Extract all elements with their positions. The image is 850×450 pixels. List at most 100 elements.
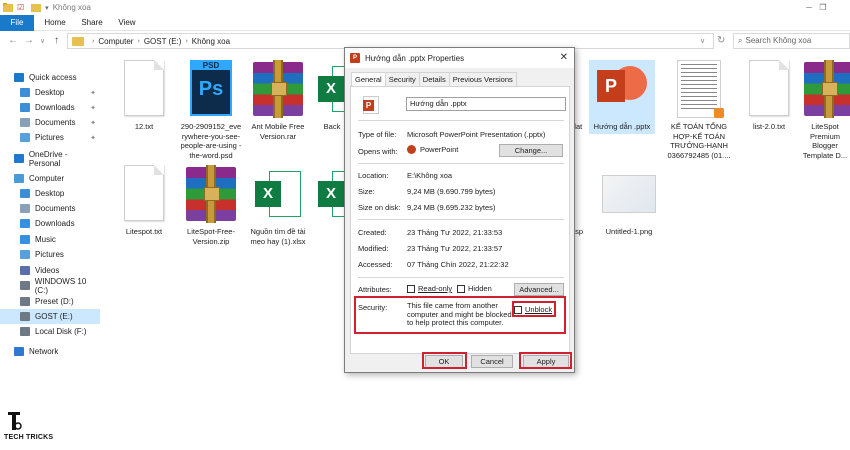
ribbon-tabs: File Home Share View [0, 15, 850, 31]
size-on-disk-value: 9,24 MB (9.695.232 bytes) [407, 203, 496, 212]
file-label: LiteSpot Premium Blogger Template D... [802, 122, 848, 160]
tab-file[interactable]: File [0, 15, 34, 31]
advanced-button[interactable]: Advanced... [514, 283, 564, 296]
sidebar-item-label: Computer [29, 174, 65, 183]
sidebar-item[interactable]: Desktop ✦ [0, 85, 100, 100]
tab-previous-versions[interactable]: Previous Versions [448, 72, 517, 86]
sidebar-item-label: Downloads [35, 219, 75, 228]
quick-access-toolbar-icon[interactable]: ☑ [17, 3, 24, 12]
sidebar-item[interactable]: Pictures ✦ [0, 130, 100, 145]
pin-icon[interactable]: ✦ [90, 104, 96, 112]
ok-highlight [422, 352, 467, 369]
refresh-icon[interactable]: ↻ [717, 35, 725, 46]
divider [358, 120, 564, 121]
file-label: 290-2909152_eve rywhere-you-see- people-… [180, 122, 242, 160]
pictures-icon [20, 250, 30, 259]
maximize-icon[interactable]: ❐ [810, 0, 836, 15]
powerpoint-file-icon: P [593, 60, 651, 118]
breadcrumb-computer[interactable]: Computer [98, 37, 133, 46]
sidebar-item[interactable]: Music [0, 232, 100, 247]
file-item[interactable]: LiteSpot Premium Blogger Template D... [800, 60, 850, 160]
sidebar-item[interactable]: Computer [0, 171, 100, 186]
sidebar-item[interactable]: Local Disk (F:) [0, 324, 100, 339]
sidebar-item[interactable]: Documents [0, 201, 100, 216]
file-item[interactable]: list-2.0.txt [736, 60, 802, 132]
location-label: Location: [358, 171, 389, 180]
pictures-icon [20, 133, 30, 142]
file-label: Nguồn tìm đề tài mẹo hay (1).xlsx [250, 227, 306, 246]
file-item[interactable]: Untitled-1.png [596, 165, 662, 237]
close-icon[interactable]: ✕ [560, 52, 568, 63]
file-item[interactable]: Ant Mobile Free Version.rar [245, 60, 311, 141]
pin-icon[interactable]: ✦ [90, 89, 96, 97]
address-dropdown-icon[interactable]: ∨ [700, 37, 705, 45]
tab-security[interactable]: Security [384, 72, 420, 86]
hidden-checkbox[interactable]: Hidden [457, 284, 492, 294]
text-file-icon [740, 60, 798, 118]
sidebar-item-label: Quick access [29, 73, 77, 82]
change-button[interactable]: Change... [499, 144, 563, 157]
star-icon [14, 73, 24, 82]
sidebar-item-label: Desktop [35, 189, 65, 198]
divider [358, 219, 564, 220]
sidebar-item[interactable]: Downloads [0, 216, 100, 231]
sidebar-item[interactable]: Quick access [0, 70, 100, 85]
pin-icon[interactable]: ✦ [90, 134, 96, 142]
sidebar-item[interactable]: GOST (E:) [0, 309, 100, 324]
window-titlebar: ☑ ▾ Không xoa ─ ❐ [0, 0, 850, 15]
cancel-button[interactable]: Cancel [471, 355, 513, 368]
opens-with-label: Opens with: [358, 147, 398, 156]
sidebar-item[interactable]: OneDrive - Personal [0, 150, 100, 168]
download-icon [20, 103, 30, 112]
back-arrow-icon[interactable]: ← [8, 35, 18, 46]
breadcrumb-folder[interactable]: Không xoa [192, 37, 230, 46]
tech-tricks-logo: TECH TRICKS [4, 410, 60, 446]
file-item[interactable]: LiteSpot-Free-Version.zip [178, 165, 244, 246]
pin-icon[interactable]: ✦ [90, 119, 96, 127]
toolbar-dropdown-icon[interactable]: ▾ [45, 4, 49, 12]
photoshop-file-icon: PSD Ps [182, 60, 240, 118]
sidebar-item[interactable]: Pictures [0, 247, 100, 262]
forward-arrow-icon[interactable]: → [24, 35, 34, 46]
readonly-check-box[interactable] [407, 285, 415, 294]
archive-file-icon [800, 60, 850, 118]
file-item[interactable]: 12.txt [111, 60, 177, 132]
hidden-check-box[interactable] [457, 285, 465, 294]
readonly-label: Read-only [418, 284, 453, 293]
up-arrow-icon[interactable]: ↑ [54, 35, 59, 46]
file-item[interactable]: PSD Ps 290-2909152_eve rywhere-you-see- pe… [178, 60, 244, 160]
tab-share[interactable]: Share [78, 15, 106, 31]
document-thumbnail-icon [670, 60, 728, 118]
sidebar-item-label: Pictures [35, 250, 64, 259]
breadcrumb-drive[interactable]: GOST (E:) [144, 37, 182, 46]
tab-home[interactable]: Home [40, 15, 70, 31]
search-input[interactable]: ⌕ Search Không xoa [733, 33, 850, 49]
accessed-label: Accessed: [358, 260, 393, 269]
sidebar-item[interactable]: Downloads ✦ [0, 100, 100, 115]
sidebar-item[interactable]: Desktop [0, 186, 100, 201]
recent-dropdown-icon[interactable]: ∨ [40, 37, 45, 45]
file-item[interactable]: X Nguồn tìm đề tài mẹo hay (1).xlsx [245, 165, 311, 246]
file-label: list-2.0.txt [752, 122, 786, 131]
sidebar-item[interactable]: Network [0, 344, 100, 359]
tab-general[interactable]: General [351, 72, 386, 87]
sidebar-item[interactable]: Documents ✦ [0, 115, 100, 130]
drive-icon [20, 297, 30, 306]
opens-with-app: PowerPoint [407, 145, 458, 154]
sidebar-item[interactable]: Preset (D:) [0, 294, 100, 309]
tab-view[interactable]: View [113, 15, 141, 31]
file-item[interactable]: Litespot.txt [111, 165, 177, 237]
modified-value: 23 Tháng Tư 2022, 21:33:57 [407, 244, 503, 253]
tab-details[interactable]: Details [418, 72, 450, 86]
readonly-checkbox[interactable]: Read-only [407, 284, 453, 294]
sidebar-item[interactable]: WINDOWS 10 (C:) [0, 277, 100, 295]
size-on-disk-label: Size on disk: [358, 203, 401, 212]
file-item[interactable]: KẾ TOÁN TỔNG HỢP-KẾ TOÁN TRƯỞNG-HẠNH 036… [666, 60, 732, 160]
sidebar-item-label: Downloads [35, 103, 75, 112]
file-item[interactable]: P Hướng dẫn .pptx [589, 60, 655, 134]
text-file-icon [115, 165, 173, 223]
folder-icon[interactable] [31, 3, 42, 12]
excel-file-icon: X [249, 165, 307, 223]
file-name-field[interactable]: Hướng dẫn .pptx [406, 97, 566, 111]
archive-file-icon [182, 165, 240, 223]
